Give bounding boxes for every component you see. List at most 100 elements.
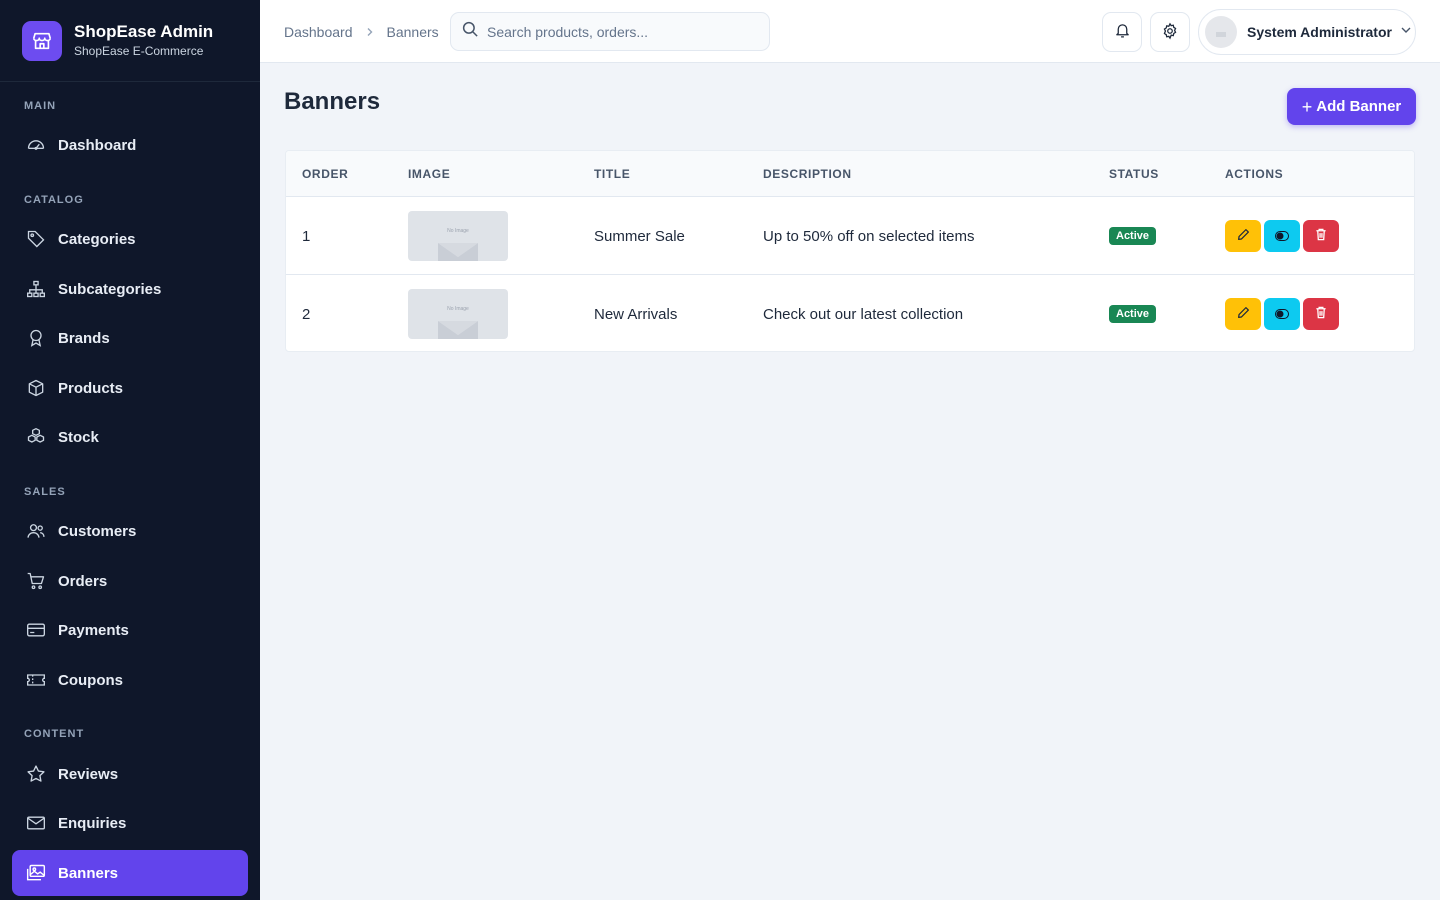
box-icon <box>26 378 46 398</box>
search-icon <box>461 20 479 43</box>
toggle-icon <box>1275 229 1289 244</box>
gear-icon <box>1161 22 1179 43</box>
trash-icon <box>1315 306 1327 322</box>
sidebar-item-categories[interactable]: Categories <box>12 216 248 262</box>
bell-icon <box>1114 22 1131 42</box>
trash-icon <box>1315 228 1327 244</box>
banner-image-placeholder: No Image <box>408 211 508 261</box>
sidebar-item-subcategories[interactable]: Subcategories <box>12 266 248 312</box>
hierarchy-icon <box>26 279 46 299</box>
column-header-actions: ACTIONS <box>1225 167 1284 181</box>
breadcrumb-current: Banners <box>386 23 439 40</box>
cell-title: Summer Sale <box>594 227 685 245</box>
image-icon <box>438 321 478 339</box>
cell-description: Check out our latest collection <box>763 305 964 323</box>
sidebar-item-enquiries[interactable]: Enquiries <box>12 800 248 846</box>
chevron-down-icon <box>1400 23 1412 41</box>
notifications-button[interactable] <box>1102 12 1142 52</box>
image-icon <box>438 243 478 261</box>
chevron-right-icon <box>365 24 375 40</box>
nav-section-main: MAIN <box>24 100 57 112</box>
column-header-title: TITLE <box>594 167 631 181</box>
sidebar-item-label: Reviews <box>58 765 119 783</box>
sidebar-item-label: Products <box>58 379 124 397</box>
cell-description: Up to 50% off on selected items <box>763 227 975 245</box>
avatar <box>1205 16 1237 48</box>
edit-button[interactable] <box>1225 220 1261 252</box>
tag-icon <box>26 229 46 249</box>
sidebar-item-payments[interactable]: Payments <box>12 607 248 653</box>
sidebar-item-brands[interactable]: Brands <box>12 315 248 361</box>
table-row: 2 No Image New Arrivals Check out our la… <box>286 275 1414 351</box>
star-icon <box>26 764 46 784</box>
pencil-icon <box>1237 306 1250 322</box>
ticket-icon <box>26 670 46 690</box>
sidebar-item-label: Orders <box>58 572 108 590</box>
delete-button[interactable] <box>1303 220 1339 252</box>
boxes-icon <box>26 427 46 447</box>
sidebar-item-label: Categories <box>58 230 136 248</box>
column-header-image: IMAGE <box>408 167 451 181</box>
sidebar-item-label: Stock <box>58 428 99 446</box>
table-header: ORDER IMAGE TITLE DESCRIPTION STATUS ACT… <box>286 151 1414 197</box>
cell-order: 2 <box>302 305 311 323</box>
sidebar-item-coupons[interactable]: Coupons <box>12 657 248 703</box>
banners-table: ORDER IMAGE TITLE DESCRIPTION STATUS ACT… <box>285 150 1415 352</box>
cell-title: New Arrivals <box>594 305 678 323</box>
toggle-icon <box>1275 307 1289 322</box>
search-box[interactable] <box>450 12 770 51</box>
plus-icon: + <box>1301 96 1313 117</box>
status-badge: Active <box>1109 227 1157 245</box>
breadcrumb: Dashboard Banners <box>284 0 439 63</box>
sidebar-item-products[interactable]: Products <box>12 365 248 411</box>
search-input[interactable] <box>487 23 757 40</box>
nav-section-content: CONTENT <box>24 728 85 740</box>
images-icon <box>26 863 46 883</box>
sidebar-item-label: Customers <box>58 522 137 540</box>
sidebar-item-label: Enquiries <box>58 814 127 832</box>
delete-button[interactable] <box>1303 298 1339 330</box>
banner-image-placeholder: No Image <box>408 289 508 339</box>
toggle-status-button[interactable] <box>1264 220 1300 252</box>
column-header-status: STATUS <box>1109 167 1159 181</box>
cart-icon <box>26 571 46 591</box>
sidebar-item-reviews[interactable]: Reviews <box>12 751 248 797</box>
user-name: System Administrator <box>1247 24 1392 40</box>
credit-card-icon <box>26 620 46 640</box>
page-title: Banners <box>284 88 381 115</box>
award-icon <box>26 328 46 348</box>
toggle-status-button[interactable] <box>1264 298 1300 330</box>
top-bar: Dashboard Banners System Administrator <box>260 0 1440 63</box>
edit-button[interactable] <box>1225 298 1261 330</box>
sidebar-item-orders[interactable]: Orders <box>12 558 248 604</box>
sidebar-item-label: Banners <box>58 864 119 882</box>
sidebar-item-label: Subcategories <box>58 280 162 298</box>
brand[interactable]: ShopEase Admin ShopEase E-Commerce <box>0 0 260 82</box>
user-menu[interactable]: System Administrator <box>1198 9 1416 55</box>
table-row: 1 No Image Summer Sale Up to 50% off on … <box>286 197 1414 275</box>
sidebar: ShopEase Admin ShopEase E-Commerce MAIN … <box>0 0 260 900</box>
store-icon <box>22 20 62 61</box>
nav-section-sales: SALES <box>24 486 66 498</box>
column-header-description: DESCRIPTION <box>763 167 852 181</box>
sidebar-item-label: Brands <box>58 329 110 347</box>
cell-order: 1 <box>302 227 311 245</box>
settings-button[interactable] <box>1150 12 1190 52</box>
add-banner-button[interactable]: + Add Banner <box>1287 88 1416 125</box>
sidebar-item-customers[interactable]: Customers <box>12 508 248 554</box>
sidebar-item-label: Coupons <box>58 671 123 689</box>
sidebar-item-label: Payments <box>58 621 129 639</box>
brand-title: ShopEase Admin <box>74 22 214 41</box>
brand-subtitle: ShopEase E-Commerce <box>74 44 204 58</box>
sidebar-item-stock[interactable]: Stock <box>12 414 248 460</box>
envelope-icon <box>26 813 46 833</box>
gauge-icon <box>26 135 46 155</box>
nav-section-catalog: CATALOG <box>24 194 84 206</box>
status-badge: Active <box>1109 305 1157 323</box>
add-banner-label: Add Banner <box>1316 98 1402 115</box>
pencil-icon <box>1237 228 1250 244</box>
sidebar-item-label: Dashboard <box>58 136 137 154</box>
breadcrumb-dashboard[interactable]: Dashboard <box>284 24 353 40</box>
sidebar-item-banners[interactable]: Banners <box>12 850 248 896</box>
sidebar-item-dashboard[interactable]: Dashboard <box>12 122 248 168</box>
